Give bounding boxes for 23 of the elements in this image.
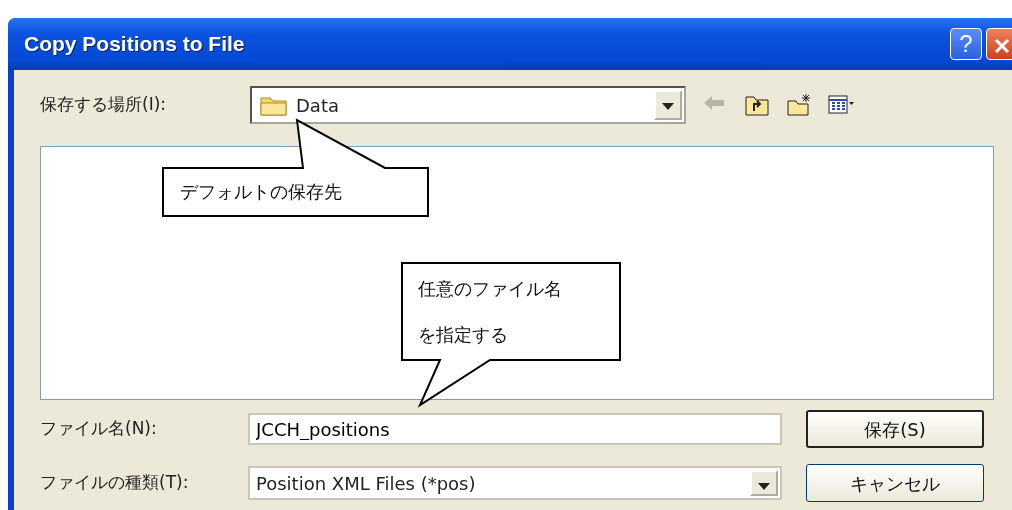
window-title: Copy Positions to File [24,31,246,58]
field-label: ファイルの種類(T): [40,471,190,495]
save-location-dropdown[interactable]: Data [250,86,686,124]
field-label: 保存する場所(I): [40,93,167,117]
view-menu-icon[interactable] [828,93,854,117]
file-type-dropdown[interactable]: Position XML Files (*pos) [248,466,782,500]
save-button[interactable]: 保存(S) [806,410,984,448]
close-icon [993,36,1011,55]
new-folder-icon[interactable] [786,93,812,117]
help-button[interactable]: ? [950,28,982,60]
cancel-button[interactable]: キャンセル [806,464,984,502]
field-label: ファイル名(N): [40,417,158,441]
dropdown-arrow-button[interactable] [654,90,682,120]
up-folder-icon[interactable] [744,93,770,117]
folder-icon [260,94,288,116]
dropdown-value: Data [296,93,340,118]
callout-text: 任意のファイル名を指定する [418,277,563,347]
close-button[interactable] [986,28,1012,60]
callout-text: デフォルトの保存先 [180,180,343,204]
caret-icon [662,103,674,111]
dropdown-arrow-button[interactable] [750,470,778,496]
dropdown-value: Position XML Files (*pos) [256,471,477,496]
caret-icon [758,483,770,491]
